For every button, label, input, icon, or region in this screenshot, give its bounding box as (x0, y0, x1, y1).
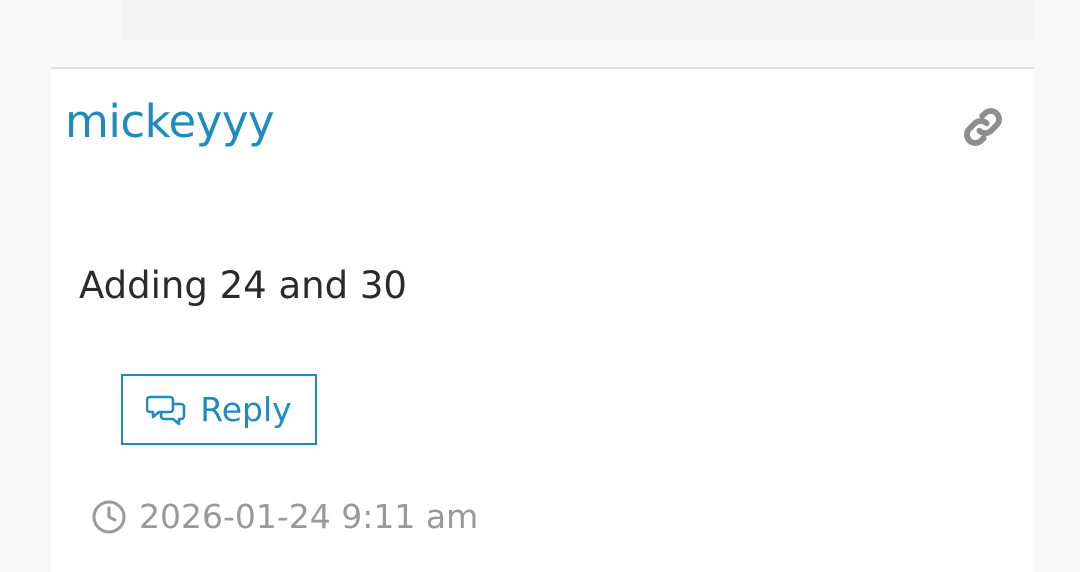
comment-text: Adding 24 and 30 (79, 264, 407, 307)
comment-timestamp: 2026-01-24 9:11 am (139, 497, 479, 536)
comment-card: mickeyyy Adding 24 and 30 Reply 2026-01-… (51, 67, 1034, 572)
clock-icon (91, 499, 127, 535)
speech-bubbles-icon (145, 393, 188, 427)
previous-comment-block (121, 0, 1034, 40)
reply-label: Reply (200, 390, 292, 429)
link-icon[interactable] (961, 105, 1005, 149)
reply-button[interactable]: Reply (121, 374, 317, 445)
comment-meta: 2026-01-24 9:11 am (91, 497, 478, 536)
comment-author-link[interactable]: mickeyyy (65, 97, 275, 147)
